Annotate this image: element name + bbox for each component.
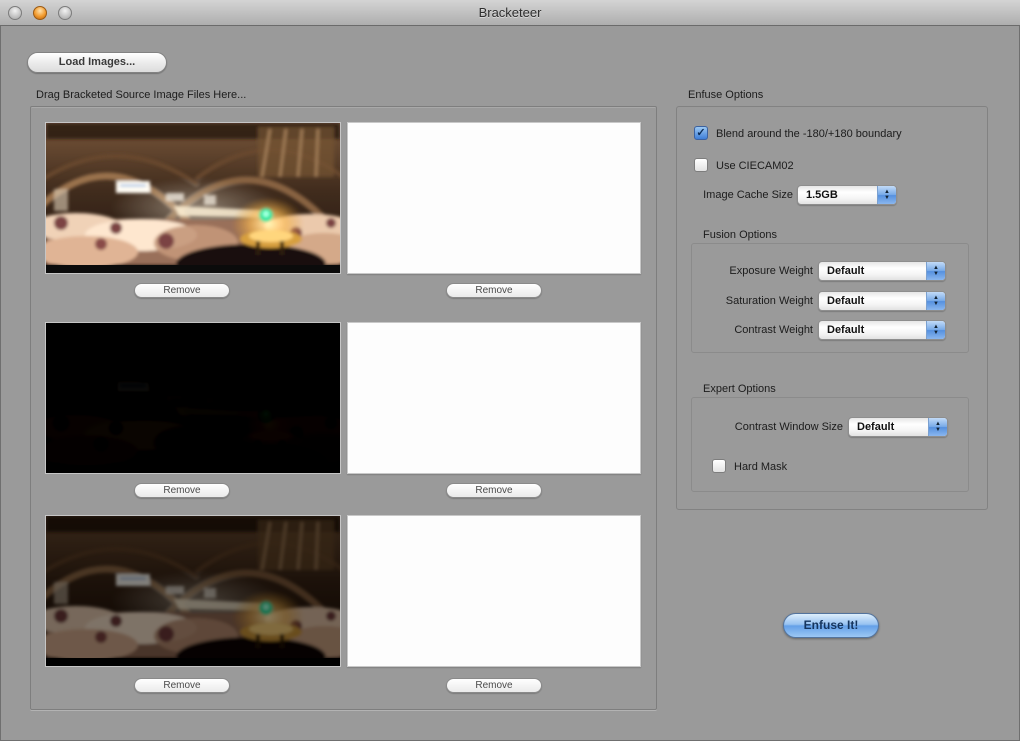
exposure-weight-label: Exposure Weight <box>729 265 813 277</box>
window-title: Bracketeer <box>478 5 542 20</box>
panorama-thumbnail-bright <box>45 122 341 274</box>
expert-options-box <box>691 397 969 492</box>
stepper-icon: ▲ ▼ <box>926 292 945 310</box>
fusion-options-title: Fusion Options <box>703 229 777 241</box>
blend-boundary-checkbox[interactable]: ✓ <box>694 126 708 140</box>
panorama-thumbnail-dark <box>45 322 341 474</box>
hard-mask-label: Hard Mask <box>734 461 788 473</box>
remove-button-row3-left[interactable]: Remove <box>134 678 230 693</box>
contrast-weight-popup[interactable]: Default ▲ ▼ <box>818 320 946 340</box>
remove-button-row1-right[interactable]: Remove <box>446 283 542 298</box>
empty-image-slot <box>347 322 641 474</box>
stepper-icon: ▲ ▼ <box>928 418 947 436</box>
contrast-window-size-popup[interactable]: Default ▲ ▼ <box>848 417 948 437</box>
stepper-icon: ▲ ▼ <box>926 321 945 339</box>
remove-button-row2-right[interactable]: Remove <box>446 483 542 498</box>
blend-boundary-label: Blend around the -180/+180 boundary <box>716 128 902 140</box>
hard-mask-checkbox[interactable]: ✓ <box>712 459 726 473</box>
ciecam-label: Use CIECAM02 <box>716 160 794 172</box>
bracketeer-window: Bracketeer Load Images... Drag Bracketed… <box>0 0 1020 741</box>
saturation-weight-popup[interactable]: Default ▲ ▼ <box>818 291 946 311</box>
remove-button-row2-left[interactable]: Remove <box>134 483 230 498</box>
empty-image-slot <box>347 122 641 274</box>
stepper-icon: ▲ ▼ <box>877 186 896 204</box>
remove-button-row3-right[interactable]: Remove <box>446 678 542 693</box>
exposure-weight-popup[interactable]: Default ▲ ▼ <box>818 261 946 281</box>
image-cache-label: Image Cache Size <box>703 189 793 201</box>
enfuse-it-button[interactable]: Enfuse It! <box>783 613 879 638</box>
empty-image-slot <box>347 515 641 667</box>
remove-button-row1-left[interactable]: Remove <box>134 283 230 298</box>
enfuse-options-title: Enfuse Options <box>688 89 764 101</box>
expert-options-title: Expert Options <box>703 383 776 395</box>
contrast-window-size-label: Contrast Window Size <box>734 421 843 433</box>
image-cache-value: 1.5GB <box>806 189 838 201</box>
load-images-button[interactable]: Load Images... <box>27 52 167 73</box>
ciecam-checkbox[interactable]: ✓ <box>694 158 708 172</box>
panorama-thumbnail-mid <box>45 515 341 667</box>
stepper-icon: ▲ ▼ <box>926 262 945 280</box>
saturation-weight-label: Saturation Weight <box>725 295 813 307</box>
image-cache-popup[interactable]: 1.5GB ▲ ▼ <box>797 185 897 205</box>
titlebar[interactable]: Bracketeer <box>0 0 1020 26</box>
contrast-weight-label: Contrast Weight <box>734 324 813 336</box>
source-panel-heading: Drag Bracketed Source Image Files Here..… <box>36 89 247 101</box>
